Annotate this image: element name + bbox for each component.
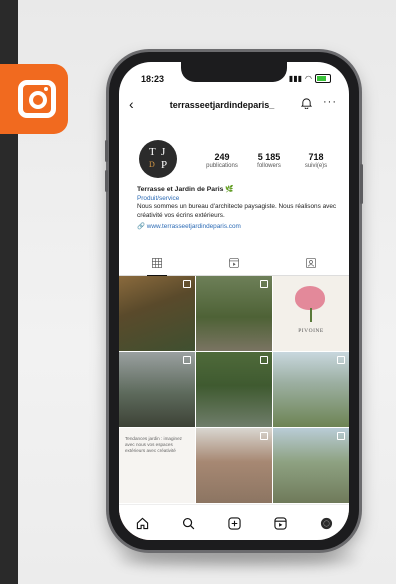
tab-tagged[interactable] [291,254,331,274]
profile-bio: Terrasse et Jardin de Paris 🌿 Produit/se… [137,186,337,232]
mockup-card: 18:23 ▮▮▮ ◠ ‹ terrasseetjardindeparis_ ·… [0,0,396,584]
posts-grid: PIVOINE Tendances jardin : imaginez avec… [119,276,349,540]
wifi-icon: ◠ [305,74,312,83]
profile-avatar-icon [320,517,332,529]
post-thumbnail[interactable] [119,352,195,427]
post-thumbnail[interactable]: PIVOINE [273,276,349,351]
multi-photo-icon [337,432,345,440]
instagram-icon [18,80,56,118]
stat-followers[interactable]: 5 185 followers [246,152,292,169]
reel-icon [260,280,268,288]
notification-bell-icon[interactable] [301,97,312,109]
status-time: 18:23 [141,74,165,84]
profile-website-link[interactable]: 🔗 www.terrasseetjardindeparis.com [137,223,337,232]
status-icons: ▮▮▮ ◠ [289,74,331,83]
profile-category[interactable]: Produit/service [137,195,337,204]
profile-username: terrasseetjardindeparis_ [169,100,275,110]
post-thumbnail[interactable] [273,352,349,427]
nav-search[interactable] [177,512,199,534]
profile-stats: 249 publications 5 185 followers 718 sui… [199,152,339,169]
profile-description: Nous sommes un bureau d'architecte paysa… [137,203,337,219]
power-button [360,164,363,204]
multi-photo-icon [260,432,268,440]
avatar-letter: D [149,160,155,169]
profile-display-name: Terrasse et Jardin de Paris 🌿 [137,186,234,193]
post-thumbnail[interactable] [196,276,272,351]
post-text: Tendances jardin : imaginez avec nous vo… [125,436,182,453]
post-thumbnail[interactable] [196,428,272,503]
post-thumbnail[interactable]: Tendances jardin : imaginez avec nous vo… [119,428,195,503]
search-icon [182,517,194,529]
bottom-navigation [119,504,349,540]
peony-flower-image [295,286,325,310]
avatar-letter: T [149,146,156,158]
stat-publications[interactable]: 249 publications [199,152,245,169]
profile-tabs [119,253,349,276]
back-button[interactable]: ‹ [129,96,134,112]
nav-profile[interactable] [315,512,337,534]
tab-posts-grid[interactable] [137,254,177,276]
avatar-letter: J [161,146,166,158]
stat-following[interactable]: 718 suivi(e)s [293,152,339,169]
tab-reels[interactable] [214,254,254,274]
battery-icon [315,74,331,83]
nav-create[interactable] [223,512,245,534]
website-link-text: www.terrasseetjardindeparis.com [146,223,241,231]
signal-icon: ▮▮▮ [288,74,303,83]
profile-header: ‹ terrasseetjardindeparis_ ··· [119,96,349,118]
add-post-icon [227,516,241,530]
avatar-letter: P [161,159,168,171]
phone-frame: 18:23 ▮▮▮ ◠ ‹ terrasseetjardindeparis_ ·… [105,52,363,550]
instagram-logo-badge [0,64,68,134]
reels-icon [229,258,239,268]
multi-photo-icon [260,356,268,364]
notch [181,62,287,82]
grid-icon [152,258,163,268]
stat-label: followers [257,163,281,169]
home-icon [136,517,148,529]
multi-photo-icon [183,356,191,364]
more-options-icon[interactable]: ··· [323,96,337,108]
volume-down-button [105,170,108,192]
post-thumbnail[interactable] [273,428,349,503]
post-thumbnail[interactable] [196,352,272,427]
multi-photo-icon [183,280,191,288]
phone-screen: 18:23 ▮▮▮ ◠ ‹ terrasseetjardindeparis_ ·… [119,62,349,540]
phone-shadow [118,552,358,566]
stat-value: 718 [308,152,324,162]
tagged-person-icon [305,258,316,268]
volume-up-button [105,140,108,162]
multi-photo-icon [337,356,345,364]
post-thumbnail[interactable] [119,276,195,351]
stat-value: 5 185 [257,152,281,162]
avatar[interactable]: T J D P [139,140,177,178]
nav-home[interactable] [131,512,153,534]
stat-label: publications [206,163,238,169]
post-title: PIVOINE [298,328,324,334]
stat-value: 249 [214,152,230,162]
link-icon: 🔗 [137,223,145,231]
nav-reels[interactable] [269,512,291,534]
stat-label: suivi(e)s [304,163,328,169]
reels-icon [273,516,287,530]
